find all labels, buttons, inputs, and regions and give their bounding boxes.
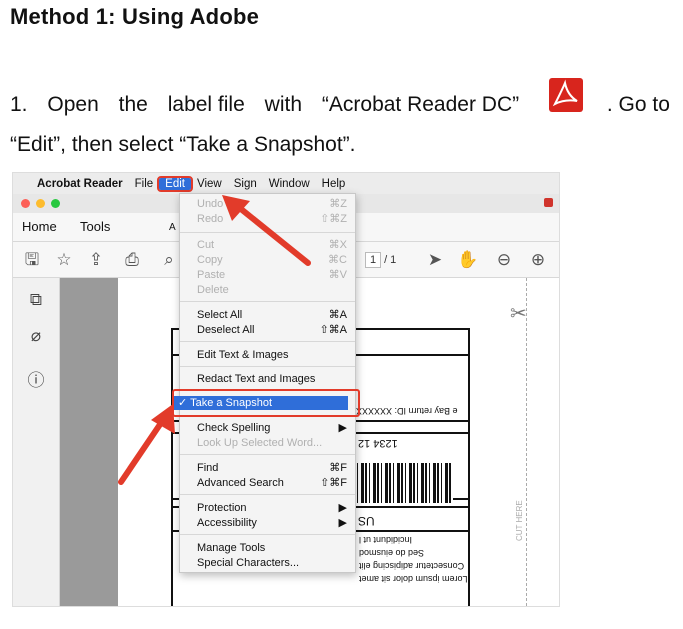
menu-item-find[interactable]: Find ⌘F bbox=[197, 461, 349, 475]
item-label: Manage Tools bbox=[197, 542, 266, 554]
word: Open bbox=[47, 93, 99, 116]
acrobat-logo-icon bbox=[549, 78, 583, 112]
menu-item-special-characters[interactable]: Special Characters... bbox=[197, 556, 349, 570]
shortcut: ⇧⌘Z bbox=[320, 213, 347, 225]
menu-item-deselect-all[interactable]: Deselect All ⇧⌘A bbox=[197, 323, 349, 337]
lorem-line: Consectetur adipiscing elit bbox=[359, 561, 465, 571]
pages-icon[interactable]: ⧉ bbox=[25, 290, 47, 312]
step-1-line-2: “Edit”, then select “Take a Snapshot”. bbox=[10, 133, 356, 156]
word: . Go to bbox=[606, 93, 670, 116]
page-number-input[interactable]: 1 bbox=[365, 252, 381, 268]
arrow-to-edit-icon bbox=[222, 195, 311, 266]
tab-home[interactable]: Home bbox=[22, 219, 57, 234]
section-heading: Method 1: Using Adobe bbox=[10, 4, 260, 29]
cut-line bbox=[526, 278, 527, 606]
menu-item-delete[interactable]: Delete bbox=[197, 283, 349, 297]
snapshot-highlight-box bbox=[172, 389, 360, 417]
item-label: Deselect All bbox=[197, 324, 255, 336]
lorem-line: Sed do eiusmod bbox=[359, 548, 425, 558]
menu-item-look-up[interactable]: Look Up Selected Word... bbox=[197, 436, 349, 450]
item-label: Advanced Search bbox=[197, 477, 284, 489]
item-label: Delete bbox=[197, 284, 229, 296]
share-icon[interactable]: ⇪ bbox=[86, 250, 106, 270]
menu-item-edit-text-images[interactable]: Edit Text & Images bbox=[197, 348, 349, 362]
menu-view[interactable]: View bbox=[191, 178, 228, 190]
page-total: / 1 bbox=[384, 254, 397, 266]
close-window-icon[interactable] bbox=[21, 199, 30, 208]
app-name-quote: “Acrobat Reader DC” bbox=[321, 93, 520, 116]
us-label: US bbox=[358, 514, 375, 528]
item-label: Check Spelling bbox=[197, 422, 271, 434]
submenu-arrow-icon: ▶ bbox=[338, 502, 347, 514]
barcode bbox=[353, 463, 453, 503]
item-label: Find bbox=[197, 462, 219, 474]
menu-item-accessibility[interactable]: Accessibility ▶ bbox=[197, 516, 349, 530]
menu-item-check-spelling[interactable]: Check Spelling ▶ bbox=[197, 421, 349, 435]
item-label: Select All bbox=[197, 309, 243, 321]
acrobat-screenshot: Acrobat Reader File Edit View Sign Windo… bbox=[12, 172, 560, 607]
scissors-icon: ✂ bbox=[510, 303, 527, 325]
zoom-window-icon[interactable] bbox=[51, 199, 60, 208]
menu-item-advanced-search[interactable]: Advanced Search ⇧⌘F bbox=[197, 476, 349, 490]
word: label file bbox=[167, 93, 245, 116]
save-icon[interactable]: 🖫 bbox=[22, 250, 42, 270]
tracking-number: 1234 12 bbox=[358, 437, 398, 449]
word: with bbox=[264, 93, 303, 116]
zoom-out-icon[interactable]: ⊖ bbox=[494, 250, 514, 270]
item-label: Accessibility bbox=[197, 517, 257, 529]
menu-help[interactable]: Help bbox=[316, 178, 352, 190]
submenu-arrow-icon: ▶ bbox=[338, 517, 347, 529]
arrow-to-snapshot-icon bbox=[118, 404, 175, 485]
submenu-arrow-icon: ▶ bbox=[338, 422, 347, 434]
shortcut: ⌘C bbox=[328, 254, 347, 266]
item-label: Edit Text & Images bbox=[197, 349, 289, 361]
menu-edit[interactable]: Edit bbox=[157, 175, 193, 192]
shortcut: ⌘A bbox=[328, 309, 347, 321]
tab-document[interactable]: A bbox=[169, 222, 176, 233]
page-indicator: 1 / 1 bbox=[365, 252, 396, 268]
hand-icon[interactable]: ✋ bbox=[457, 250, 478, 270]
shortcut: ⇧⌘F bbox=[320, 477, 347, 489]
attachment-icon[interactable]: ⌀ bbox=[25, 326, 47, 348]
search-icon[interactable]: ⌕ bbox=[159, 250, 179, 270]
menu-item-select-all[interactable]: Select All ⌘A bbox=[197, 308, 349, 322]
minimize-window-icon[interactable] bbox=[36, 199, 45, 208]
cursor-icon[interactable]: ➤ bbox=[425, 250, 445, 270]
lorem-line: Incididunt ut l bbox=[359, 535, 413, 545]
star-icon[interactable]: ☆ bbox=[54, 250, 74, 270]
shortcut: ⇧⌘A bbox=[319, 324, 347, 336]
page-gutter bbox=[60, 278, 118, 606]
step-1-line-1: 1. Open the label file with “Acrobat Rea… bbox=[10, 78, 670, 122]
menu-item-redact[interactable]: Redact Text and Images bbox=[197, 372, 349, 386]
shortcut: ⌘Z bbox=[329, 198, 347, 210]
left-panel: ⧉ ⌀ ⓘ bbox=[13, 278, 60, 606]
shortcut: ⌘X bbox=[328, 239, 347, 251]
item-label: Redact Text and Images bbox=[197, 373, 316, 385]
document-info-icon[interactable]: ⓘ bbox=[25, 366, 47, 390]
item-label: Special Characters... bbox=[197, 557, 300, 569]
print-icon[interactable]: ⎙ bbox=[122, 250, 142, 270]
menu-item-manage-tools[interactable]: Manage Tools bbox=[197, 541, 349, 555]
lorem-line: Lorem ipsum dolor sit amet bbox=[359, 574, 468, 584]
menu-file[interactable]: File bbox=[129, 178, 160, 190]
ebay-return-id: e Bay return ID: XXXXXX bbox=[356, 406, 458, 416]
menu-window[interactable]: Window bbox=[263, 178, 316, 190]
close-doc-icon[interactable] bbox=[544, 198, 553, 207]
menu-item-protection[interactable]: Protection ▶ bbox=[197, 501, 349, 515]
item-label: Look Up Selected Word... bbox=[197, 437, 323, 449]
shortcut: ⌘V bbox=[328, 269, 347, 281]
zoom-in-icon[interactable]: ⊕ bbox=[528, 250, 548, 270]
item-label: Protection bbox=[197, 502, 247, 514]
step-number: 1. bbox=[10, 93, 28, 116]
menu-sign[interactable]: Sign bbox=[228, 178, 263, 190]
menu-acrobat-reader[interactable]: Acrobat Reader bbox=[31, 178, 129, 190]
cut-here-label: CUT HERE bbox=[515, 500, 524, 541]
word: the bbox=[118, 93, 148, 116]
shortcut: ⌘F bbox=[329, 462, 347, 474]
tab-tools[interactable]: Tools bbox=[80, 219, 110, 234]
